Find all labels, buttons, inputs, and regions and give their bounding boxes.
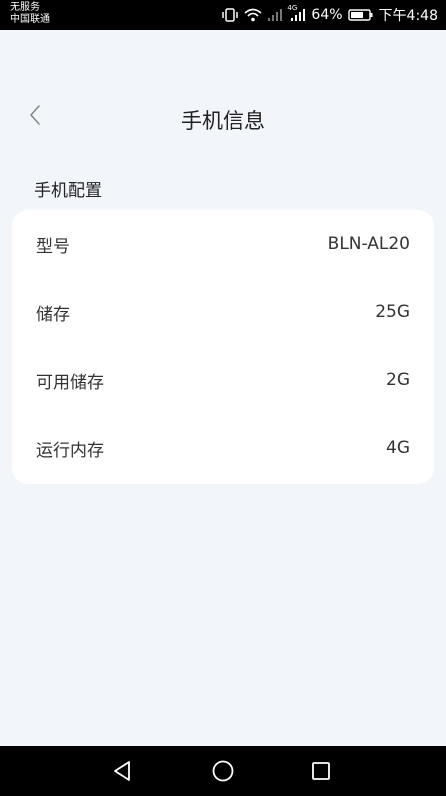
status-bar: 无服务 中国联通 4G 64% 下午4:48 — [0, 0, 446, 30]
system-nav-bar — [0, 746, 446, 796]
circle-home-icon — [212, 760, 234, 782]
nav-back-button[interactable] — [108, 756, 138, 786]
page-header: 手机信息 — [0, 30, 446, 180]
battery-percent: 64% — [311, 7, 343, 23]
battery-icon — [347, 8, 374, 22]
section-title: 手机配置 — [34, 181, 102, 201]
signal-empty-icon — [267, 8, 283, 22]
clock: 下午4:48 — [378, 8, 438, 24]
wifi-icon — [244, 8, 262, 22]
triangle-back-icon — [114, 761, 130, 781]
nav-recent-button[interactable] — [306, 756, 336, 786]
row-label: 型号 — [36, 236, 70, 257]
status-indicators: 4G 64% 下午4:48 — [221, 0, 438, 30]
info-row-model: 型号 BLN-AL20 — [12, 210, 434, 278]
square-recent-icon — [312, 762, 330, 780]
info-row-available-storage: 可用储存 2G — [12, 346, 434, 414]
row-value: 25G — [375, 302, 410, 322]
phone-config-card: 型号 BLN-AL20 储存 25G 可用储存 2G 运行内存 4G — [12, 210, 434, 484]
carrier-info: 无服务 中国联通 — [10, 2, 50, 26]
page-title: 手机信息 — [181, 109, 265, 133]
row-label: 储存 — [36, 304, 70, 325]
carrier-name: 中国联通 — [10, 14, 50, 25]
nav-home-button[interactable] — [208, 756, 238, 786]
vibrate-icon — [221, 8, 239, 22]
carrier-status: 无服务 — [10, 2, 40, 13]
signal-4g-icon: 4G — [287, 4, 306, 22]
network-type-label: 4G — [287, 4, 298, 12]
row-value: BLN-AL20 — [327, 234, 410, 254]
row-label: 可用储存 — [36, 372, 104, 393]
info-row-storage: 储存 25G — [12, 278, 434, 346]
row-value: 2G — [386, 370, 410, 390]
row-value: 4G — [386, 438, 410, 458]
info-row-ram: 运行内存 4G — [12, 414, 434, 482]
row-label: 运行内存 — [36, 440, 104, 461]
